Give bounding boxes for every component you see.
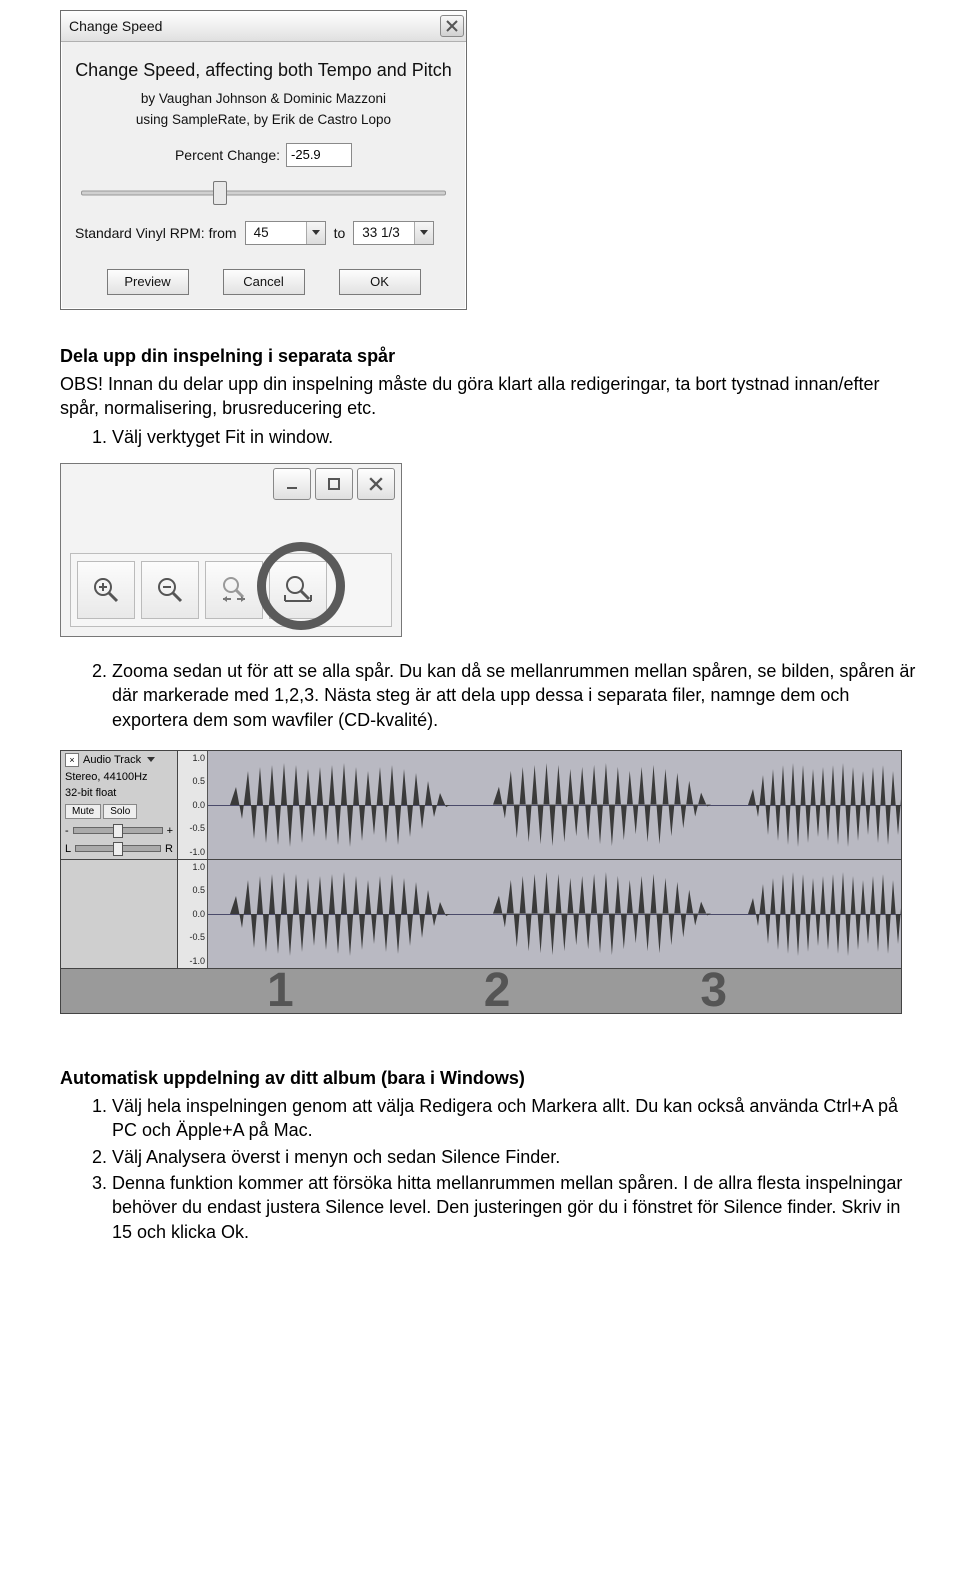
highlight-circle (257, 542, 345, 630)
rpm-to-select[interactable]: 33 1/3 (353, 221, 434, 245)
slider-thumb[interactable] (213, 181, 227, 205)
zoom-in-icon[interactable] (77, 561, 135, 619)
dialog-title: Change Speed (69, 18, 162, 34)
auto-split-step-2: Välj Analysera överst i menyn och sedan … (112, 1145, 920, 1169)
waveform-figure: × Audio Track Stereo, 44100Hz 32-bit flo… (60, 750, 902, 1014)
rpm-label: Standard Vinyl RPM: from (75, 225, 237, 241)
dialog-credits: by Vaughan Johnson & Dominic Mazzoni usi… (75, 90, 452, 128)
track-close-icon[interactable]: × (65, 753, 79, 767)
close-icon[interactable] (357, 468, 395, 500)
ok-button[interactable]: OK (339, 269, 421, 295)
marker-3: 3 (700, 963, 727, 1018)
auto-split-step-1: Välj hela inspelningen genom att välja R… (112, 1094, 920, 1143)
credit-line-1: by Vaughan Johnson & Dominic Mazzoni (75, 90, 452, 108)
amplitude-scale: 1.00.50.0-0.5-1.0 (178, 860, 208, 968)
split-recording-heading: Dela upp din inspelning i separata spår (60, 344, 920, 368)
waveform-channel-left[interactable] (208, 751, 901, 859)
credit-line-2: using SampleRate, by Erik de Castro Lopo (75, 111, 452, 129)
track-number-markers: 1 2 3 (61, 969, 901, 1013)
rpm-to-label: to (334, 225, 346, 241)
track-format-1: Stereo, 44100Hz (65, 770, 173, 785)
rpm-to-value: 33 1/3 (354, 225, 414, 240)
maximize-icon[interactable] (315, 468, 353, 500)
marker-1: 1 (267, 963, 294, 1018)
fit-selection-icon[interactable] (205, 561, 263, 619)
gain-slider[interactable] (73, 827, 163, 834)
track-menu-icon[interactable] (147, 757, 155, 762)
solo-button[interactable]: Solo (103, 804, 137, 819)
close-icon[interactable] (440, 15, 464, 37)
speed-slider[interactable] (81, 181, 446, 205)
waveform-channel-right[interactable] (208, 860, 901, 968)
dialog-desc: Change Speed, affecting both Tempo and P… (75, 58, 452, 82)
step-zoom-out: Zooma sedan ut för att se alla spår. Du … (112, 659, 920, 732)
minimize-icon[interactable] (273, 468, 311, 500)
zoom-out-icon[interactable] (141, 561, 199, 619)
rpm-from-select[interactable]: 45 (245, 221, 326, 245)
titlebar[interactable]: Change Speed (61, 11, 466, 42)
percent-change-label: Percent Change: (175, 147, 280, 163)
pan-slider[interactable] (75, 845, 161, 852)
split-recording-note: OBS! Innan du delar upp din inspelning m… (60, 372, 920, 421)
preview-button[interactable]: Preview (107, 269, 189, 295)
track-panel: × Audio Track Stereo, 44100Hz 32-bit flo… (61, 751, 178, 859)
track-format-2: 32-bit float (65, 786, 173, 801)
track-panel-lower (61, 860, 178, 968)
chevron-down-icon (414, 222, 433, 244)
track-name: Audio Track (83, 754, 141, 766)
pan-right-label: R (165, 843, 173, 855)
chevron-down-icon (306, 222, 325, 244)
auto-split-step-3: Denna funktion kommer att försöka hitta … (112, 1171, 920, 1244)
zoom-toolbar-figure (60, 463, 402, 637)
mute-button[interactable]: Mute (65, 804, 101, 819)
percent-change-input[interactable] (286, 143, 352, 167)
marker-2: 2 (484, 963, 511, 1018)
gain-minus-label: - (65, 825, 69, 837)
amplitude-scale: 1.00.50.0-0.5-1.0 (178, 751, 208, 859)
rpm-from-value: 45 (246, 225, 306, 240)
cancel-button[interactable]: Cancel (223, 269, 305, 295)
gain-plus-label: + (167, 825, 173, 837)
change-speed-dialog: Change Speed Change Speed, affecting bot… (60, 10, 467, 310)
pan-left-label: L (65, 843, 71, 855)
auto-split-heading: Automatisk uppdelning av ditt album (bar… (60, 1066, 920, 1090)
step-fit-in-window: Välj verktyget Fit in window. (112, 425, 920, 449)
